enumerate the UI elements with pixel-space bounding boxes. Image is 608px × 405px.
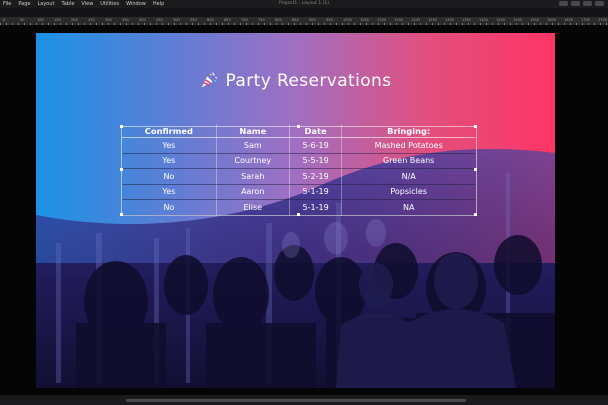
resize-handle[interactable] [474, 125, 477, 128]
ruler-tick-label: 1250 [428, 18, 437, 22]
ruler-tick-label: 800 [275, 18, 282, 22]
ruler-tick-label: 950 [326, 18, 333, 22]
page-title: Party Reservations [225, 71, 392, 91]
table-cell[interactable]: 5-6-19 [289, 137, 343, 154]
ruler-tick-label: 0 [3, 18, 6, 22]
ruler-tick-label: 1200 [411, 18, 420, 22]
resize-handle[interactable] [297, 213, 300, 216]
ruler-tick-label: 900 [309, 18, 316, 22]
horizontal-ruler[interactable]: 0 50 100 150 200 250 300 350 400 450 500 550 600 650 7… [0, 17, 608, 25]
ruler-tick-label: 1400 [479, 18, 488, 22]
ruler-tick-label: 1500 [513, 18, 522, 22]
table-row: No Sarah 5-2-19 N/A [122, 168, 475, 185]
ruler-tick-label: 1050 [360, 18, 369, 22]
table-row: Yes Sam 5-6-19 Mashed Potatoes [122, 137, 475, 154]
ruler-tick-label: 1450 [496, 18, 505, 22]
ruler-tick-label: 1350 [462, 18, 471, 22]
column-header-confirmed[interactable]: Confirmed [122, 124, 217, 138]
ruler-tick-label: 250 [88, 18, 95, 22]
reservations-table[interactable]: Confirmed Name Date Bringing: Yes Sam 5-… [122, 124, 475, 216]
table-cell[interactable]: Yes [122, 184, 217, 200]
window-control-button[interactable] [595, 1, 604, 6]
ruler-tick-label: 1550 [530, 18, 539, 22]
table-cell[interactable]: Aaron [216, 184, 290, 200]
table-row: Yes Aaron 5-1-19 Popsicles [122, 184, 475, 200]
ruler-tick-label: 500 [173, 18, 180, 22]
ruler-tick-label: 650 [224, 18, 231, 22]
ruler-tick-label: 1600 [547, 18, 556, 22]
scrollbar-thumb[interactable] [126, 399, 466, 402]
ruler-tick-label: 1100 [377, 18, 386, 22]
ruler-tick-label: 150 [54, 18, 61, 22]
window-control-button[interactable] [571, 1, 580, 6]
layout-canvas[interactable]: Party Reservations Confirmed Name Date B… [0, 25, 608, 395]
resize-handle[interactable] [297, 125, 300, 128]
table-cell[interactable]: Yes [122, 137, 217, 154]
ruler-tick-label: 1750 [598, 18, 607, 22]
table-cell[interactable]: NA [341, 199, 475, 216]
table-cell[interactable]: Sam [216, 137, 290, 154]
table-cell[interactable]: No [122, 199, 217, 216]
ruler-tick-label: 850 [292, 18, 299, 22]
ruler-tick-label: 50 [20, 18, 25, 22]
table-cell[interactable]: Green Beans [341, 153, 475, 169]
window-control-button[interactable] [583, 1, 592, 6]
table-cell[interactable]: N/A [341, 168, 475, 185]
table-cell[interactable]: 5-5-19 [289, 153, 343, 169]
page-title-row: Party Reservations [36, 71, 555, 91]
table-cell[interactable]: Sarah [216, 168, 290, 185]
menu-bar: File Page Layout Table View Utilities Wi… [0, 0, 608, 8]
table-cell[interactable]: 5-2-19 [289, 168, 343, 185]
window-control-button[interactable] [559, 1, 568, 6]
ruler-tick-label: 600 [207, 18, 214, 22]
resize-handle[interactable] [120, 168, 123, 171]
table-cell[interactable]: Elise [216, 199, 290, 216]
ruler-tick-label: 1700 [581, 18, 590, 22]
ruler-tick-label: 1650 [564, 18, 573, 22]
ruler-tick-label: 1000 [343, 18, 352, 22]
ruler-tick-label: 1150 [394, 18, 403, 22]
column-header-name[interactable]: Name [216, 124, 290, 138]
resize-handle[interactable] [120, 213, 123, 216]
horizontal-scrollbar[interactable] [0, 395, 608, 405]
ruler-tick-label: 1300 [445, 18, 454, 22]
ruler-tick-label: 450 [156, 18, 163, 22]
ruler-tick-label: 400 [139, 18, 146, 22]
layout-page[interactable]: Party Reservations Confirmed Name Date B… [36, 33, 555, 388]
column-header-bringing[interactable]: Bringing: [341, 124, 475, 138]
resize-handle[interactable] [120, 125, 123, 128]
ruler-tick-label: 300 [105, 18, 112, 22]
table-cell[interactable]: No [122, 168, 217, 185]
table-cell[interactable]: Courtney [216, 153, 290, 169]
ruler-tick-label: 350 [122, 18, 129, 22]
ruler-tick-label: 100 [37, 18, 44, 22]
table-cell[interactable]: Popsicles [341, 184, 475, 200]
ruler-tick-label: 750 [258, 18, 265, 22]
resize-handle[interactable] [474, 213, 477, 216]
table-cell[interactable]: 5-1-19 [289, 184, 343, 200]
table-cell[interactable]: Mashed Potatoes [341, 137, 475, 154]
resize-handle[interactable] [474, 168, 477, 171]
ruler-tick-label: 700 [241, 18, 248, 22]
table-row: Yes Courtney 5-5-19 Green Beans [122, 153, 475, 169]
ruler-tick-label: 200 [71, 18, 78, 22]
window-controls [559, 1, 604, 6]
party-popper-icon [201, 72, 217, 88]
ruler-tick-label: 550 [190, 18, 197, 22]
table-cell[interactable]: Yes [122, 153, 217, 169]
document-title: Project1 : Layout 1 (1) [278, 1, 330, 6]
